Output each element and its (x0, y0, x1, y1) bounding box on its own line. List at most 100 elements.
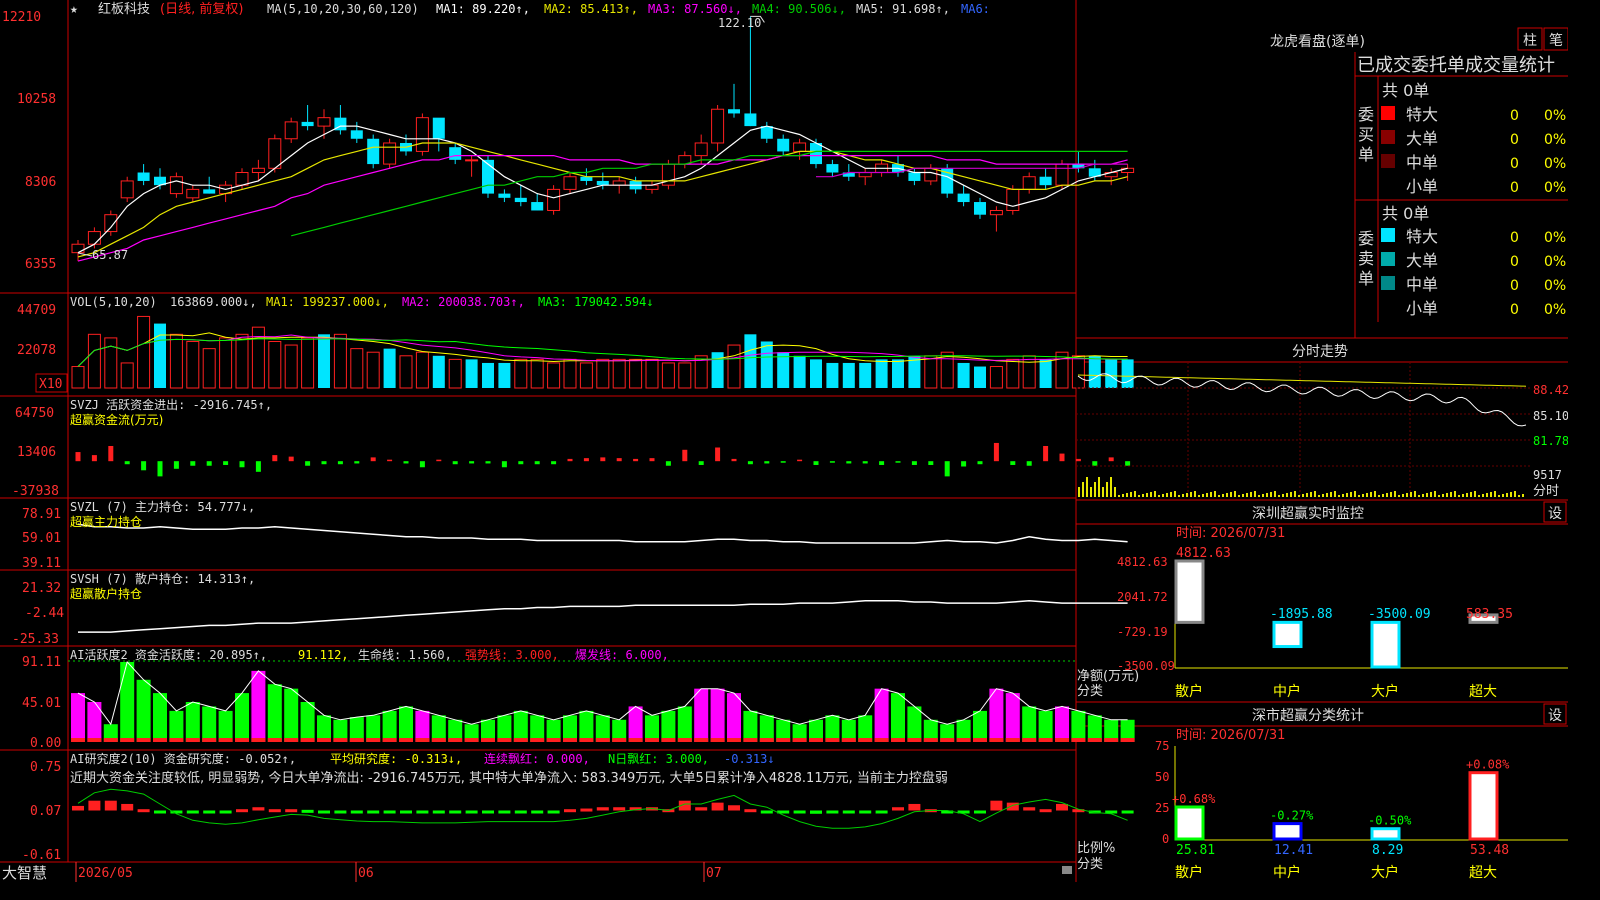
sz-bar-label: 4812.63 (1176, 546, 1231, 561)
cls-unit: 比例% (1077, 841, 1115, 856)
candle-body-up (415, 117, 429, 152)
cls-change-label: -0.27% (1270, 809, 1314, 823)
ai1-base (366, 738, 381, 742)
intraday-vol-bar (1270, 492, 1272, 497)
intraday-vol-bar (1114, 487, 1116, 497)
ai1-base (546, 738, 561, 742)
sz-category-label: 超大 (1469, 684, 1497, 700)
ai2-bar (72, 805, 84, 811)
intraday-vol-bar (1206, 493, 1208, 497)
price-axis-2: 10258 (17, 92, 56, 107)
ai2-bar (285, 809, 298, 813)
candle-body-up (694, 142, 708, 157)
ai1-v2: 91.112, (298, 648, 349, 662)
ai2-bar (482, 810, 494, 814)
date-axis-3: 07 (706, 866, 722, 881)
candle-body-down (974, 202, 986, 215)
intraday-vol-bar (1458, 495, 1460, 497)
cls-change-label: -0.50% (1368, 814, 1412, 828)
date-axis-2: 06 (358, 866, 374, 881)
intraday-vol-bar (1286, 493, 1288, 497)
cls-bar (1174, 805, 1205, 841)
svzj-bar (698, 461, 704, 465)
ai1-base (956, 738, 971, 742)
vol-bar-down (892, 359, 904, 388)
ai2-bar (613, 807, 626, 811)
intraday-vol-bar (1118, 495, 1120, 497)
ai2-bar (1039, 809, 1052, 813)
intraday-vol-bar (1098, 477, 1100, 497)
intraday-vol-bar (1358, 495, 1360, 497)
intraday-vol-bar (1374, 491, 1376, 497)
ai1-base (185, 738, 200, 742)
vol-axis-2: 22078 (17, 343, 56, 358)
order-row-label: 特大 (1406, 227, 1438, 246)
intraday-vol-bar (1410, 492, 1412, 497)
svzl-axis-1: 78.91 (22, 507, 61, 522)
cls-axis-4: 0 (1162, 832, 1169, 846)
svzj-axis-3: -37938 (12, 484, 59, 499)
ai1-base (661, 738, 676, 742)
ai2-bar (1121, 810, 1134, 814)
candle-body-up (186, 188, 200, 199)
candle-body-down (514, 197, 527, 203)
order-row-count: 0 (1510, 156, 1519, 172)
vol-bar-down (498, 362, 511, 388)
ai1-base (513, 738, 528, 742)
svzj-bar (452, 461, 458, 465)
svzj-bar (846, 461, 852, 464)
ai1-base (628, 738, 643, 742)
ai1-base (481, 738, 495, 742)
ai1-base (71, 738, 85, 742)
intraday-vol-bar (1522, 494, 1524, 497)
svzj-bar (682, 449, 688, 462)
intraday-vol-bar (1250, 492, 1252, 497)
intraday-vol-bar (1126, 493, 1128, 497)
candle-body-down (350, 130, 363, 139)
ai1-bar (907, 706, 922, 742)
svzj-bar (239, 461, 245, 468)
candle-body-up (104, 214, 118, 233)
vol-bar-down (318, 334, 330, 388)
svzj-bar (206, 461, 212, 466)
vol-bar-up (1071, 355, 1085, 389)
vol-bar-down (777, 352, 790, 388)
svzj-bar (190, 461, 196, 466)
ai1-base (382, 738, 397, 742)
candle-body-up (71, 243, 85, 254)
intraday-vol-bar (1170, 492, 1172, 497)
vol-bar-up (202, 348, 216, 389)
ai1-base (759, 738, 774, 742)
intraday-vol-bar (1174, 491, 1176, 497)
svsh-axis-1: 21.32 (22, 581, 61, 596)
intraday-vol-bar (1142, 494, 1144, 497)
ai2-bar (974, 810, 986, 814)
ai2-bar (203, 810, 216, 814)
intraday-avg-line (1077, 374, 1527, 387)
ai2-bar (252, 807, 265, 811)
intraday-vol-bar (1110, 477, 1112, 497)
vol-bar-down (875, 359, 888, 388)
svzj-bar (829, 461, 835, 463)
ai1-life: 生命线: 1.560, (358, 647, 452, 662)
lock-icon[interactable] (1062, 866, 1072, 874)
ai1-bar (563, 715, 577, 742)
vol-bar-down (842, 362, 855, 388)
intraday-vol-bar (1350, 492, 1352, 497)
ai2-bar (465, 810, 478, 814)
ai1-bar (71, 693, 85, 742)
svzj-axis-1: 64750 (15, 406, 54, 421)
sz-monitor-time: 时间: 2026/07/31 (1176, 526, 1285, 541)
intraday-vol-bar (1150, 492, 1152, 497)
vol-bar-down (383, 348, 396, 388)
vol-bar-up (87, 333, 101, 389)
svzj-bar (387, 459, 393, 462)
ai2-cont: 连续飘红: 0.000, (484, 751, 590, 766)
vol-bar-up (629, 358, 643, 389)
intraday-axis-4: 9517 (1533, 468, 1562, 482)
ai1-bar (677, 706, 692, 742)
candle-body-up (120, 180, 134, 199)
ai1-base (1038, 738, 1053, 742)
sell-side-char: 卖 (1358, 249, 1374, 268)
candle-body-up (612, 180, 626, 186)
